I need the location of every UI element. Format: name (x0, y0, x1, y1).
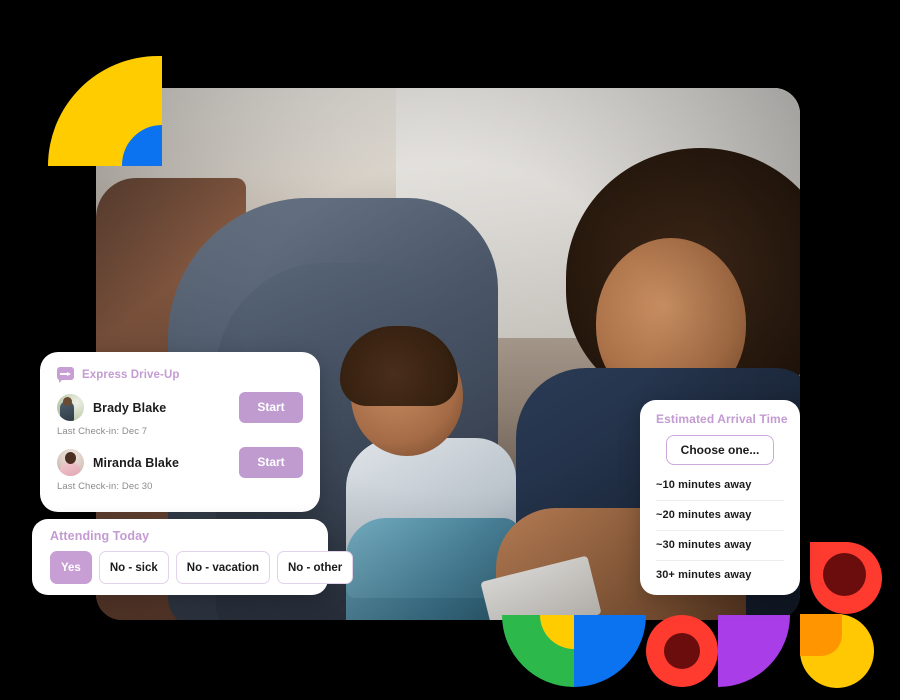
decor-purple-quadrant-icon (718, 615, 790, 687)
attending-today-title: Attending Today (50, 529, 150, 543)
express-drive-up-header: Express Drive-Up (40, 352, 320, 383)
arrival-option-20-minutes[interactable]: ~20 minutes away (656, 499, 784, 530)
express-drive-up-card: Express Drive-Up Brady Blake Last Check-… (40, 352, 320, 512)
attending-today-card: Attending Today Yes No - sick No - vacat… (32, 519, 354, 595)
arrival-option-30-plus-minutes[interactable]: 30+ minutes away (656, 559, 784, 590)
avatar (57, 449, 84, 476)
decor-maroon-core-icon (664, 633, 700, 669)
arrival-option-30-minutes[interactable]: ~30 minutes away (656, 529, 784, 560)
person-name: Brady Blake (93, 400, 167, 415)
person-last-checkin: Last Check-in: Dec 7 (57, 426, 148, 437)
estimated-arrival-time-card: Estimated Arrival Time Choose one... ~10… (640, 400, 800, 595)
attending-today-options: Yes No - sick No - vacation No - other (32, 543, 354, 584)
estimated-arrival-time-title: Estimated Arrival Time (656, 412, 788, 426)
attending-option-no-vacation[interactable]: No - vacation (175, 551, 270, 584)
person-last-checkin: Last Check-in: Dec 30 (57, 481, 153, 492)
speech-bubble-arrow-icon (57, 367, 74, 383)
arrival-select-button[interactable]: Choose one... (666, 435, 774, 465)
start-button-brady[interactable]: Start (239, 392, 303, 423)
express-drive-up-title: Express Drive-Up (82, 368, 180, 381)
attending-option-no-sick[interactable]: No - sick (98, 551, 169, 584)
avatar (57, 394, 84, 421)
decor-orange-core-icon (800, 614, 842, 656)
list-item: Miranda Blake Last Check-in: Dec 30 Star… (40, 447, 320, 492)
list-item: Brady Blake Last Check-in: Dec 7 Start (40, 392, 320, 437)
page-root: Express Drive-Up Brady Blake Last Check-… (0, 0, 900, 700)
start-button-miranda[interactable]: Start (239, 447, 303, 478)
attending-option-no-other[interactable]: No - other (276, 551, 354, 584)
decor-blue-half-quadrant-icon (574, 615, 646, 687)
person-name: Miranda Blake (93, 455, 180, 470)
decor-maroon-core-top-icon (823, 553, 866, 596)
arrival-options-list: ~10 minutes away ~20 minutes away ~30 mi… (656, 475, 784, 590)
attending-option-yes[interactable]: Yes (50, 551, 92, 584)
arrival-option-10-minutes[interactable]: ~10 minutes away (656, 475, 784, 500)
